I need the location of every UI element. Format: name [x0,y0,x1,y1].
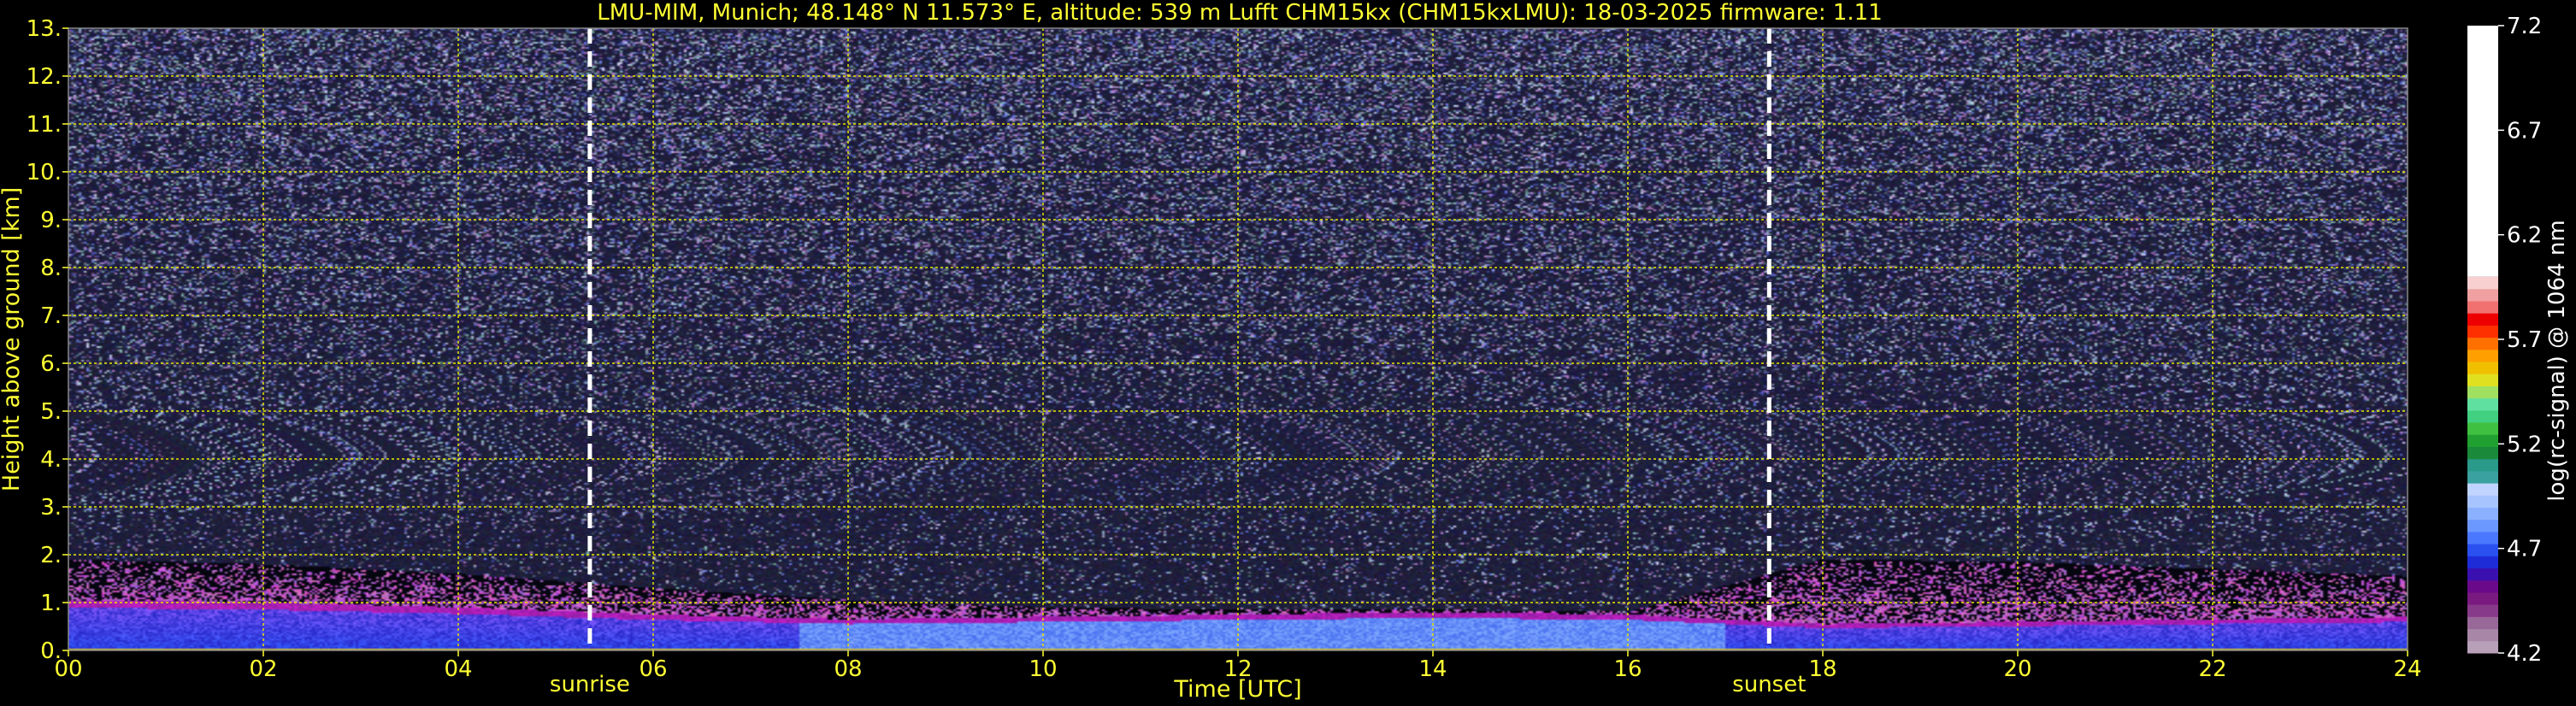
y-tick-label: 7. [40,303,62,329]
ceilometer-chart: LMU-MIM, Munich; 48.148° N 11.573° E, al… [0,0,2576,706]
colorbar-tick-label: 5.7 [2507,327,2542,353]
x-tick-label: 20 [2003,656,2031,682]
colorbar-segment [2467,580,2498,593]
y-tick-label: 3. [40,495,62,521]
colorbar-segment [2467,458,2498,472]
colorbar-segment [2467,628,2498,642]
x-tick-label: 14 [1418,656,1447,682]
colorbar-segment [2467,531,2498,544]
y-tick-label: 13. [27,16,62,42]
x-tick-label: 00 [54,656,82,682]
x-tick-label: 22 [2198,656,2226,682]
colorbar-segment [2467,349,2498,362]
x-tick-label: 02 [249,656,277,682]
x-tick-label: 06 [639,656,667,682]
y-tick-label: 2. [40,543,62,568]
y-tick-label: 12. [27,64,62,90]
colorbar-segment [2467,409,2498,423]
colorbar-tick-label: 7.2 [2507,14,2542,39]
x-tick-label: 08 [834,656,862,682]
colorbar-segment [2467,544,2498,556]
sunrise-label: sunrise [550,672,630,697]
plot-area [68,27,2408,651]
y-tick-label: 6. [40,351,62,377]
colorbar-tick-label: 4.2 [2507,641,2542,667]
y-tick-label: 9. [40,208,62,233]
colorbar-label: log(rc-signal) @ 1064 nm [2544,220,2570,501]
x-tick-label: 18 [1808,656,1836,682]
y-tick-label: 4. [40,447,62,473]
y-tick-label: 10. [27,160,62,185]
y-tick-label: 1. [40,591,62,616]
colorbar-segment [2467,616,2498,630]
colorbar-segment [2467,26,2498,277]
colorbar-segment [2467,301,2498,314]
colorbar-segment [2467,519,2498,532]
colorbar-tick-label: 4.7 [2507,537,2542,562]
sunset-label: sunset [1732,672,1806,697]
colorbar-segment [2467,556,2498,569]
colorbar-segment [2467,470,2498,484]
colorbar-segment [2467,288,2498,302]
x-tick-label: 04 [444,656,472,682]
colorbar-segment [2467,385,2498,399]
x-tick-label: 24 [2393,656,2421,682]
colorbar-segment [2467,325,2498,338]
colorbar-tick-label: 6.7 [2507,118,2542,144]
colorbar-tick-label: 6.2 [2507,223,2542,249]
colorbar-segment [2467,604,2498,617]
colorbar-segment [2467,313,2498,326]
x-tick-label: 16 [1613,656,1642,682]
colorbar-segment [2467,495,2498,509]
colorbar-segment [2467,362,2498,374]
x-axis-label: Time [UTC] [1173,676,1301,703]
colorbar-segment [2467,434,2498,447]
y-tick-label: 8. [40,256,62,281]
colorbar-segment [2467,397,2498,411]
colorbar-segment [2467,374,2498,386]
colorbar-segment [2467,640,2498,654]
colorbar-segment [2467,422,2498,435]
colorbar-segment [2467,507,2498,521]
colorbar-segment [2467,337,2498,350]
x-tick-label: 10 [1029,656,1057,682]
y-axis-label: Height above ground [km] [0,187,25,491]
colorbar [2467,26,2498,654]
colorbar-segment [2467,568,2498,581]
colorbar-tick-label: 5.2 [2507,432,2542,457]
colorbar-segment [2467,591,2498,605]
colorbar-segment [2467,276,2498,290]
chart-title: LMU-MIM, Munich; 48.148° N 11.573° E, al… [597,0,1882,26]
y-tick-label: 5. [40,399,62,425]
y-tick-label: 11. [27,112,62,138]
colorbar-segment [2467,483,2498,496]
colorbar-segment [2467,446,2498,460]
